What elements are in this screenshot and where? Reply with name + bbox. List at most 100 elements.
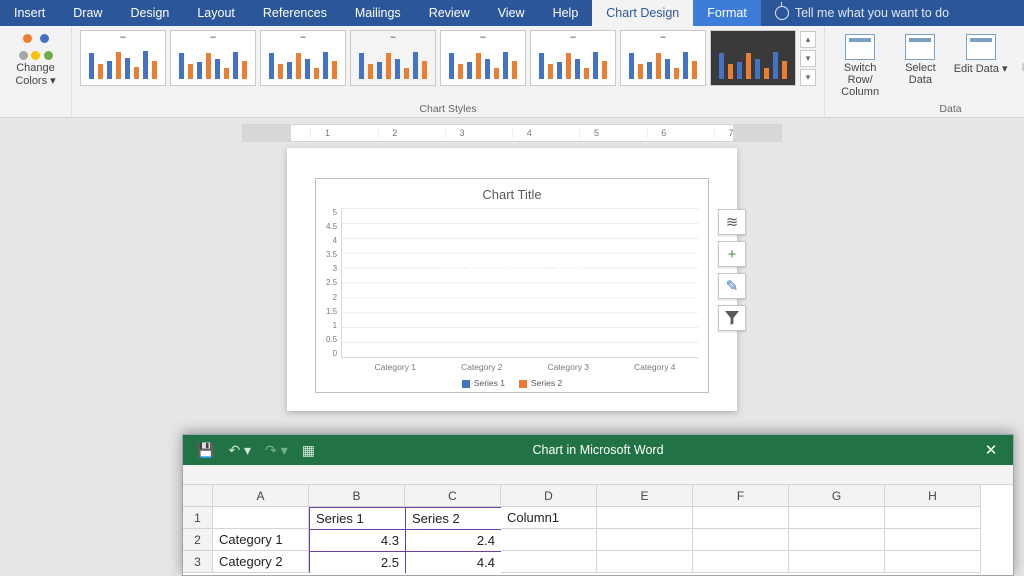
column-header-H[interactable]: H: [885, 485, 981, 507]
change-colors-icon: [19, 34, 53, 60]
tab-layout[interactable]: Layout: [183, 0, 249, 26]
funnel-icon: [725, 311, 739, 325]
cell-E1[interactable]: [597, 507, 693, 529]
excel-titlebar[interactable]: 💾 ↶ ▾ ↷ ▾ ▦ Chart in Microsoft Word ✕: [183, 435, 1013, 465]
column-header-D[interactable]: D: [501, 485, 597, 507]
x-axis-label: Category 4: [634, 362, 676, 372]
select-data-icon: [905, 34, 935, 60]
column-header-F[interactable]: F: [693, 485, 789, 507]
chart-style-1[interactable]: ▬: [80, 30, 166, 86]
cell-B2[interactable]: 4.3: [309, 529, 405, 551]
legend-entry[interactable]: Series 2: [519, 378, 562, 388]
cell-A3[interactable]: Category 2: [213, 551, 309, 573]
gallery-up-button[interactable]: ▴: [800, 31, 816, 48]
row-header-1[interactable]: 1: [183, 507, 213, 529]
chart-style-4[interactable]: ▬: [350, 30, 436, 86]
cell-D2[interactable]: [501, 529, 597, 551]
cell-E3[interactable]: [597, 551, 693, 573]
change-colors-button[interactable]: Change Colors ▾: [8, 30, 63, 87]
select-data-button[interactable]: Select Data: [893, 30, 947, 86]
tab-draw[interactable]: Draw: [59, 0, 116, 26]
excel-grid[interactable]: ABCDEFGH 1 Series 1Series 2Column1 2Categor…: [183, 485, 1013, 573]
tab-review[interactable]: Review: [415, 0, 484, 26]
chart-style-3[interactable]: ▬: [260, 30, 346, 86]
cell-G3[interactable]: [789, 551, 885, 573]
chart-style-7[interactable]: ▬: [620, 30, 706, 86]
excel-undo-button[interactable]: ↶ ▾: [228, 442, 251, 459]
select-all-corner[interactable]: [183, 485, 213, 507]
cell-D3[interactable]: [501, 551, 597, 573]
row-header-3[interactable]: 3: [183, 551, 213, 573]
cell-G2[interactable]: [789, 529, 885, 551]
ruler-mark: 1: [310, 128, 344, 138]
cell-H3[interactable]: [885, 551, 981, 573]
column-header-G[interactable]: G: [789, 485, 885, 507]
ribbon-tabs: Insert Draw Design Layout References Mai…: [0, 0, 1024, 26]
chart-styles-button[interactable]: ✎: [718, 273, 746, 299]
chart-legend[interactable]: Series 1 Series 2: [326, 372, 698, 388]
cell-H1[interactable]: [885, 507, 981, 529]
chart-style-5[interactable]: ▬: [440, 30, 526, 86]
cell-C3[interactable]: 4.4: [405, 551, 501, 573]
excel-save-button[interactable]: 💾: [197, 442, 214, 459]
switch-row-column-button[interactable]: Switch Row/ Column: [833, 30, 887, 98]
column-header-E[interactable]: E: [597, 485, 693, 507]
cell-C2[interactable]: 2.4: [405, 529, 501, 551]
tab-chart-design[interactable]: Chart Design: [592, 0, 693, 26]
chart-object[interactable]: Chart Title 54.543.532.521.510.50 Catego…: [315, 178, 709, 393]
chart-plot-area[interactable]: 54.543.532.521.510.50: [326, 208, 698, 358]
tab-insert[interactable]: Insert: [0, 0, 59, 26]
chart-elements-button[interactable]: +: [718, 241, 746, 267]
legend-entry[interactable]: Series 1: [462, 378, 505, 388]
column-header-A[interactable]: A: [213, 485, 309, 507]
cell-B1[interactable]: Series 1: [309, 507, 405, 529]
cell-H2[interactable]: [885, 529, 981, 551]
cell-F1[interactable]: [693, 507, 789, 529]
horizontal-ruler[interactable]: 1 1 2 3 4 5 6 7: [242, 124, 782, 142]
excel-formula-bar-area: [183, 465, 1013, 485]
ruler-mark: 5: [579, 128, 613, 138]
tab-view[interactable]: View: [484, 0, 539, 26]
chart-title[interactable]: Chart Title: [326, 187, 698, 202]
tab-design[interactable]: Design: [116, 0, 183, 26]
cell-E2[interactable]: [597, 529, 693, 551]
refresh-data-button: Refresh Data: [1014, 30, 1024, 86]
edit-data-label: Edit Data ▾: [954, 62, 1008, 75]
chart-layout-button[interactable]: ≋: [718, 209, 746, 235]
refresh-data-label: Refresh Data: [1014, 62, 1024, 86]
column-header-B[interactable]: B: [309, 485, 405, 507]
cell-G1[interactable]: [789, 507, 885, 529]
cell-A2[interactable]: Category 1: [213, 529, 309, 551]
tab-help[interactable]: Help: [539, 0, 593, 26]
cell-F3[interactable]: [693, 551, 789, 573]
lightbulb-icon: [775, 6, 789, 20]
chart-style-2[interactable]: ▬: [170, 30, 256, 86]
excel-close-button[interactable]: ✕: [969, 435, 1013, 465]
gallery-down-button[interactable]: ▾: [800, 50, 816, 67]
gallery-scroll: ▴ ▾ ▾: [800, 31, 816, 86]
gallery-more-button[interactable]: ▾: [800, 69, 816, 86]
edit-data-button[interactable]: Edit Data ▾: [954, 30, 1008, 75]
chart-style-gallery: ▬ ▬ ▬ ▬ ▬ ▬ ▬: [80, 30, 816, 86]
data-group-label: Data: [833, 101, 1024, 115]
tell-me-search[interactable]: Tell me what you want to do: [761, 6, 949, 20]
cell-A1[interactable]: [213, 507, 309, 529]
row-header-2[interactable]: 2: [183, 529, 213, 551]
cell-F2[interactable]: [693, 529, 789, 551]
cell-D1[interactable]: Column1: [501, 507, 597, 529]
column-header-C[interactable]: C: [405, 485, 501, 507]
tab-mailings[interactable]: Mailings: [341, 0, 415, 26]
tab-format[interactable]: Format: [693, 0, 761, 26]
x-axis-label: Category 2: [461, 362, 503, 372]
chart-style-6[interactable]: ▬: [530, 30, 616, 86]
chart-filter-button[interactable]: [718, 305, 746, 331]
chart-style-8[interactable]: [710, 30, 796, 86]
select-data-label: Select Data: [893, 62, 947, 86]
document-page: Chart Title 54.543.532.521.510.50 Catego…: [287, 148, 737, 411]
cell-C1[interactable]: Series 2: [405, 507, 501, 529]
switch-row-column-label: Switch Row/ Column: [833, 62, 887, 98]
excel-customize-button[interactable]: ▦: [302, 442, 315, 459]
chart-x-axis: Category 1Category 2Category 3Category 4: [326, 358, 698, 372]
cell-B3[interactable]: 2.5: [309, 551, 405, 573]
tab-references[interactable]: References: [249, 0, 341, 26]
